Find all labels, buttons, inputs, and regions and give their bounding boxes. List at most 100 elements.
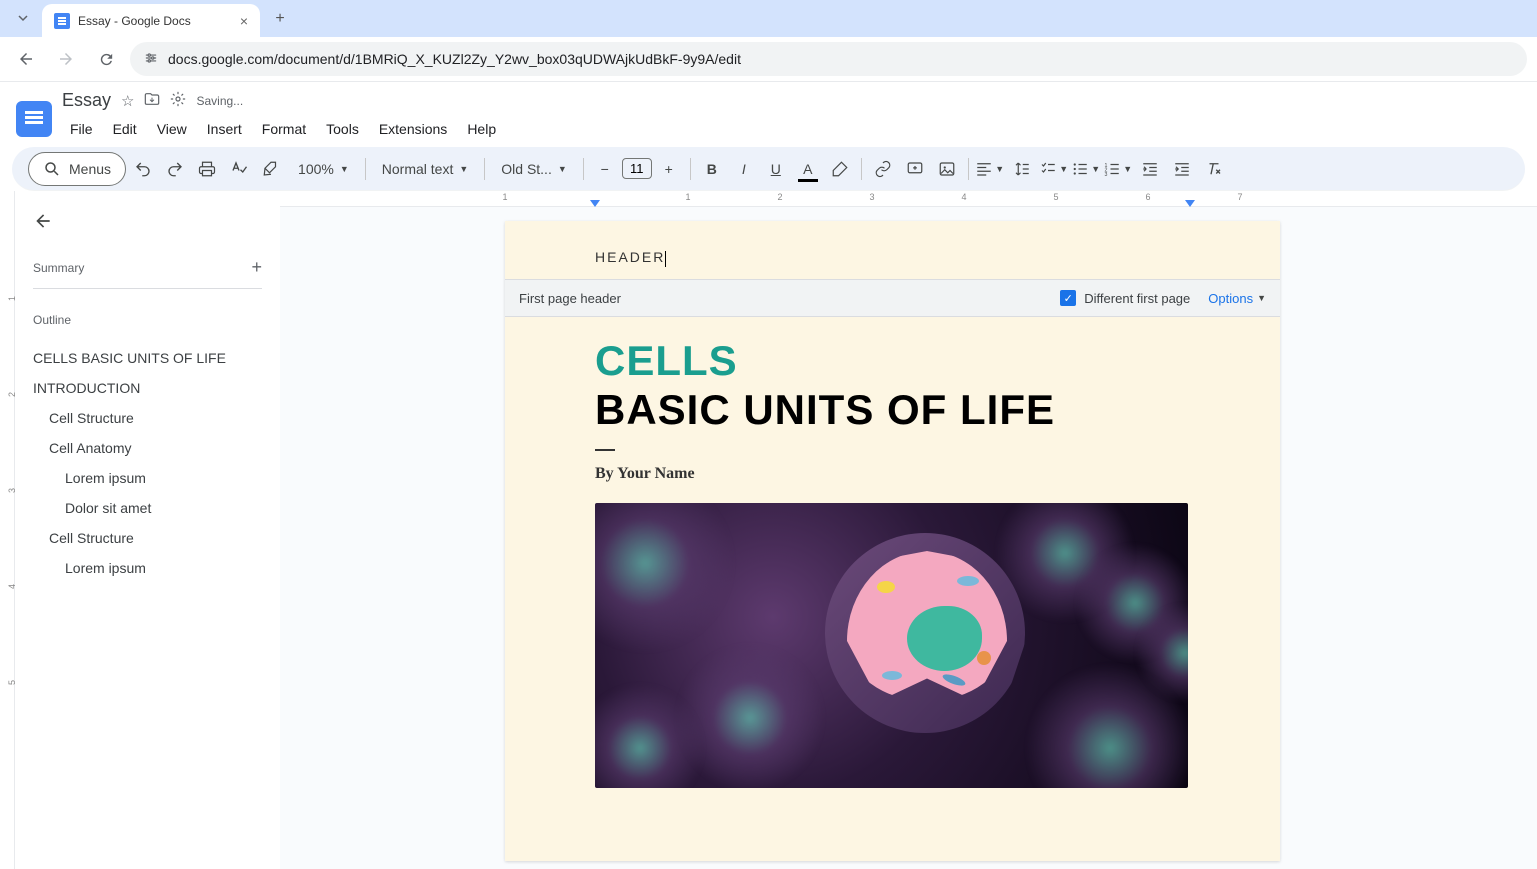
cell-illustration-image[interactable]: [595, 503, 1188, 788]
indent-marker-left[interactable]: [590, 200, 600, 207]
forward-button[interactable]: [50, 43, 82, 75]
summary-label: Summary: [33, 261, 84, 275]
browser-url-bar: docs.google.com/document/d/1BMRiQ_X_KUZl…: [0, 37, 1537, 82]
header-controls-bar: First page header ✓ Different first page…: [505, 279, 1280, 317]
menu-file[interactable]: File: [62, 117, 101, 141]
browser-tab[interactable]: Essay - Google Docs ×: [42, 4, 260, 37]
outline-item[interactable]: Cell Structure: [33, 523, 262, 553]
address-bar[interactable]: docs.google.com/document/d/1BMRiQ_X_KUZl…: [130, 42, 1527, 76]
separator: [583, 158, 584, 180]
line-spacing-button[interactable]: [1007, 154, 1037, 184]
saving-status: Saving...: [196, 94, 243, 108]
page-body[interactable]: CELLS BASIC UNITS OF LIFE By Your Name: [505, 317, 1280, 808]
browser-tab-strip: Essay - Google Docs × +: [0, 0, 1537, 37]
decrease-font-button[interactable]: −: [590, 154, 620, 184]
insert-link-button[interactable]: [868, 154, 898, 184]
undo-button[interactable]: [128, 154, 158, 184]
italic-button[interactable]: I: [729, 154, 759, 184]
editor-canvas[interactable]: 1 1 2 3 4 5 6 7 HEADER First page header: [280, 191, 1537, 869]
outline-item[interactable]: CELLS BASIC UNITS OF LIFE: [33, 343, 262, 373]
menu-tools[interactable]: Tools: [318, 117, 367, 141]
horizontal-ruler: 1 1 2 3 4 5 6 7: [280, 191, 1537, 207]
separator: [968, 158, 969, 180]
paragraph-style-select[interactable]: Normal text▼: [372, 154, 479, 184]
spellcheck-button[interactable]: [224, 154, 254, 184]
checkbox-checked-icon: ✓: [1060, 290, 1076, 306]
menu-format[interactable]: Format: [254, 117, 314, 141]
menu-help[interactable]: Help: [459, 117, 504, 141]
font-select[interactable]: Old St...▼: [491, 154, 577, 184]
chevron-down-icon: ▼: [558, 164, 567, 174]
chevron-down-icon: ▼: [995, 164, 1004, 174]
highlight-button[interactable]: [825, 154, 855, 184]
paint-format-button[interactable]: [256, 154, 286, 184]
menu-insert[interactable]: Insert: [199, 117, 250, 141]
tab-title: Essay - Google Docs: [78, 14, 232, 28]
indent-marker-right[interactable]: [1185, 200, 1195, 207]
checklist-button[interactable]: ▼: [1039, 154, 1069, 184]
font-size-input[interactable]: 11: [622, 158, 652, 179]
reload-button[interactable]: [90, 43, 122, 75]
close-tab-icon[interactable]: ×: [240, 13, 248, 29]
back-button[interactable]: [10, 43, 42, 75]
star-icon[interactable]: ☆: [121, 92, 134, 110]
outline-item[interactable]: Lorem ipsum: [33, 463, 262, 493]
bulleted-list-button[interactable]: ▼: [1071, 154, 1101, 184]
different-first-page-checkbox[interactable]: ✓ Different first page: [1060, 290, 1190, 306]
zoom-select[interactable]: 100%▼: [288, 154, 359, 184]
docs-logo-icon[interactable]: [16, 101, 52, 137]
docs-favicon: [54, 13, 70, 29]
print-button[interactable]: [192, 154, 222, 184]
page-header-area[interactable]: HEADER: [505, 221, 1280, 279]
chevron-down-icon: ▼: [1091, 164, 1100, 174]
toolbar: Menus 100%▼ Normal text▼ Old St...▼ − 11…: [12, 147, 1525, 191]
underline-button[interactable]: U: [761, 154, 791, 184]
increase-font-button[interactable]: +: [654, 154, 684, 184]
add-comment-button[interactable]: [900, 154, 930, 184]
summary-row: Summary +: [33, 257, 262, 289]
chrome-menu-button[interactable]: [8, 3, 38, 33]
numbered-list-button[interactable]: 123▼: [1103, 154, 1133, 184]
decrease-indent-button[interactable]: [1135, 154, 1165, 184]
text-cursor: [665, 251, 666, 267]
page[interactable]: HEADER First page header ✓ Different fir…: [505, 221, 1280, 861]
docs-app: Essay ☆ Saving... File Edit View Insert …: [0, 82, 1537, 869]
insert-image-button[interactable]: [932, 154, 962, 184]
chevron-down-icon: ▼: [1123, 164, 1132, 174]
outline-item[interactable]: Cell Anatomy: [33, 433, 262, 463]
bold-button[interactable]: B: [697, 154, 727, 184]
byline[interactable]: By Your Name: [595, 465, 1190, 483]
site-settings-icon[interactable]: [144, 51, 158, 68]
new-tab-button[interactable]: +: [266, 5, 294, 33]
close-outline-button[interactable]: [33, 211, 262, 237]
separator: [690, 158, 691, 180]
clear-formatting-button[interactable]: [1199, 154, 1229, 184]
outline-item[interactable]: Lorem ipsum: [33, 553, 262, 583]
move-icon[interactable]: [144, 91, 160, 111]
menu-extensions[interactable]: Extensions: [371, 117, 455, 141]
document-title[interactable]: Essay: [62, 90, 111, 111]
redo-button[interactable]: [160, 154, 190, 184]
increase-indent-button[interactable]: [1167, 154, 1197, 184]
text-color-button[interactable]: A: [793, 154, 823, 184]
url-text: docs.google.com/document/d/1BMRiQ_X_KUZl…: [168, 51, 741, 67]
chevron-down-icon: ▼: [1257, 293, 1266, 303]
header-text: HEADER: [595, 249, 665, 265]
add-summary-button[interactable]: +: [251, 257, 262, 278]
outline-item[interactable]: INTRODUCTION: [33, 373, 262, 403]
outline-item[interactable]: Cell Structure: [33, 403, 262, 433]
document-heading[interactable]: CELLS BASIC UNITS OF LIFE: [595, 337, 1190, 435]
menu-edit[interactable]: Edit: [105, 117, 145, 141]
separator: [861, 158, 862, 180]
separator: [484, 158, 485, 180]
outline-item[interactable]: Dolor sit amet: [33, 493, 262, 523]
align-button[interactable]: ▼: [975, 154, 1005, 184]
cloud-status-icon[interactable]: [170, 91, 186, 111]
header-options-button[interactable]: Options ▼: [1208, 291, 1266, 306]
app-header: Essay ☆ Saving... File Edit View Insert …: [0, 82, 1537, 147]
search-menus-button[interactable]: Menus: [28, 152, 126, 186]
vertical-ruler: 1 2 3 4 5: [0, 191, 15, 869]
menu-view[interactable]: View: [149, 117, 195, 141]
separator: [365, 158, 366, 180]
outline-panel: Summary + Outline CELLS BASIC UNITS OF L…: [15, 191, 280, 869]
